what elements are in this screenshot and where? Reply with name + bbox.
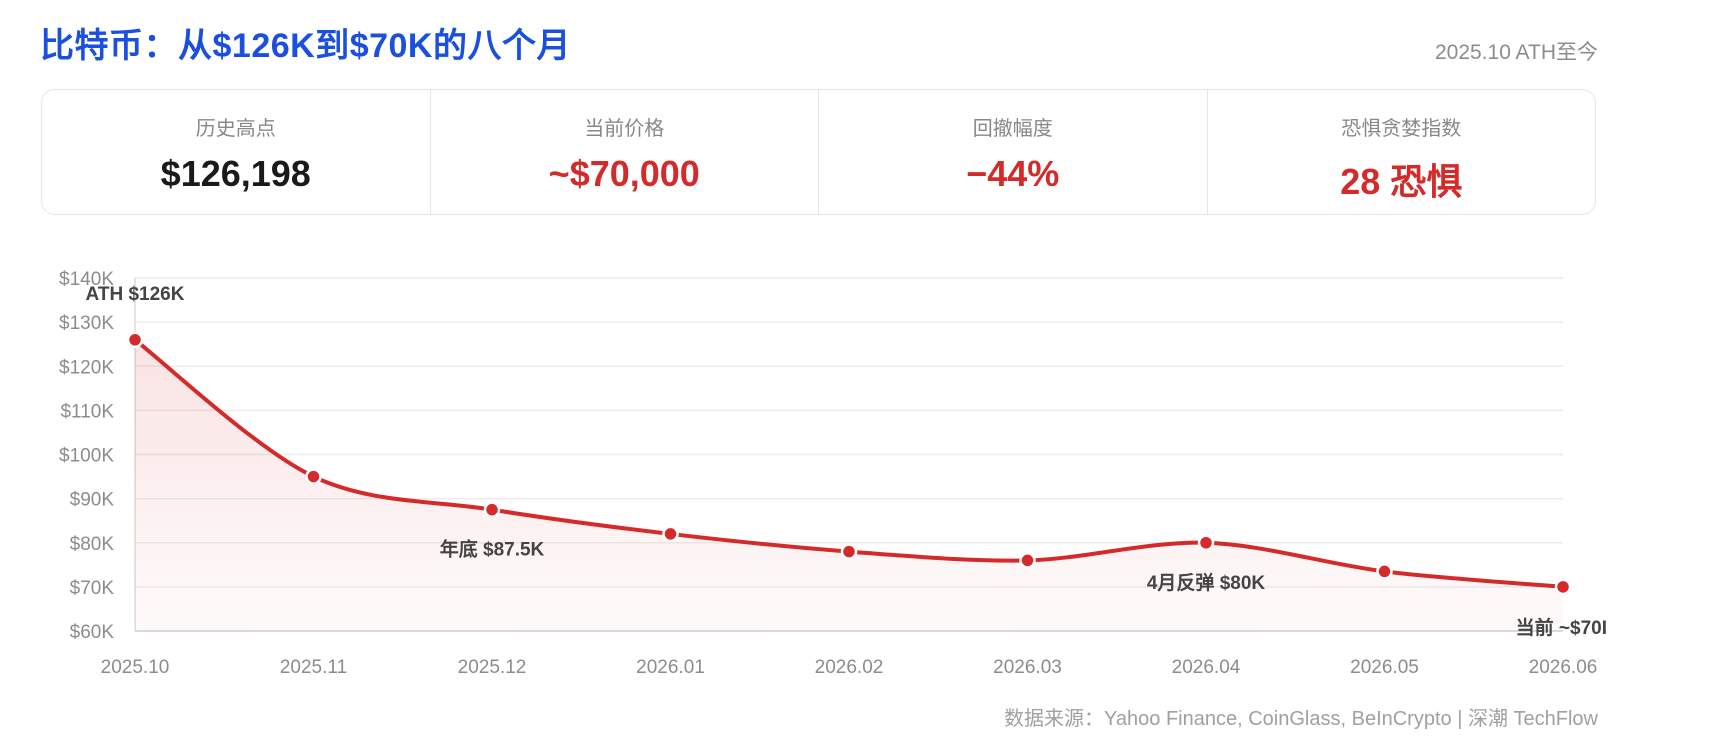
y-tick-label: $70K	[70, 578, 115, 599]
data-point	[1019, 552, 1036, 569]
footer-source: 数据来源：Yahoo Finance, CoinGlass, BeInCrypt…	[1004, 708, 1598, 730]
data-point	[1197, 534, 1215, 551]
series-area	[135, 339, 1563, 631]
y-tick-label: $110K	[60, 401, 114, 422]
x-tick-label: 2026.05	[1350, 657, 1419, 678]
area-layer	[135, 339, 1563, 631]
annotation-label: 年底 $87.5K	[440, 538, 545, 561]
data-point	[1554, 578, 1572, 596]
y-tick-label: $90K	[70, 490, 115, 511]
data-point	[1376, 563, 1393, 580]
annotation-label: ATH $126K	[86, 284, 185, 305]
price-chart: $60K$70K$80K$90K$100K$110K$120K$130K$140…	[59, 269, 1607, 678]
y-tick-label: $130K	[59, 313, 114, 334]
y-tick-label: $120K	[59, 357, 114, 378]
y-tick-label: $80K	[70, 534, 115, 555]
x-tick-label: 2026.01	[636, 657, 705, 678]
x-tick-label: 2025.11	[280, 657, 347, 678]
y-tick-label: $100K	[59, 446, 114, 467]
annotation-label: 当前 ~$70I	[1516, 616, 1607, 639]
data-point	[126, 331, 144, 349]
x-tick-label: 2026.02	[815, 657, 884, 678]
x-tick-label: 2026.06	[1529, 657, 1598, 678]
annotation-label: 4月反弹 $80K	[1147, 571, 1266, 594]
data-point	[840, 543, 858, 560]
data-point	[305, 468, 322, 485]
x-tick-label: 2025.10	[101, 657, 170, 678]
x-tick-label: 2025.12	[458, 657, 527, 678]
data-point	[662, 525, 679, 543]
x-tick-label: 2026.04	[1172, 657, 1241, 678]
y-tick-label: $60K	[70, 622, 115, 643]
x-tick-label: 2026.03	[993, 657, 1062, 678]
data-point	[483, 501, 501, 518]
